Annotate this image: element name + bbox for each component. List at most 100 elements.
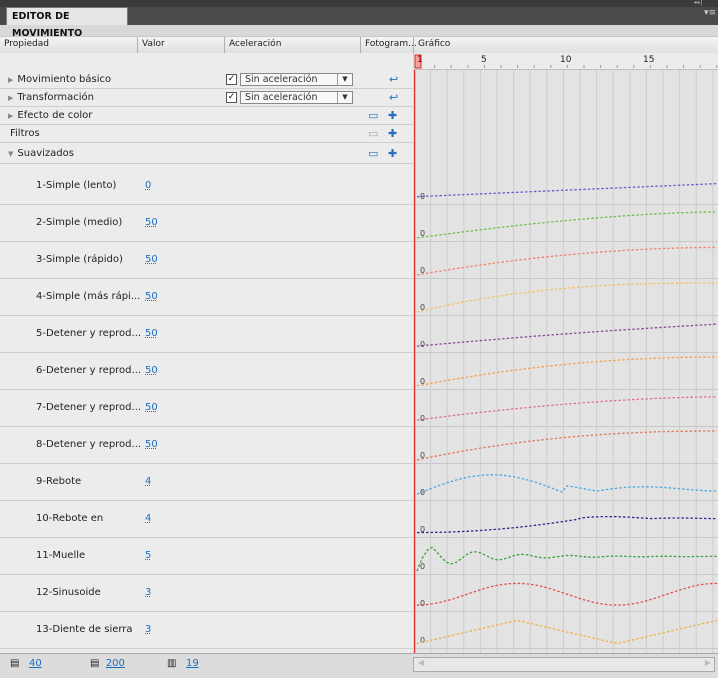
collapse-icon[interactable]: ◂◂ ▏ [693, 0, 706, 6]
ease-curve [416, 582, 718, 606]
ease-label: 3-Simple (rápido) [36, 254, 123, 265]
expand-icon[interactable]: ▶ [8, 76, 13, 84]
expanded-graph-icon: ▤ [90, 658, 100, 669]
section-efecto-de-color[interactable]: ▶ Efecto de color ▭ ✚ [0, 107, 413, 125]
ease-row[interactable]: 3-Simple (rápido) 50 [0, 242, 413, 279]
remove-icon[interactable]: ▭ [368, 147, 378, 160]
ease-curve [416, 619, 718, 645]
ease-value[interactable]: 50 [145, 402, 158, 413]
ruler-tick-label: 5 [481, 55, 487, 65]
panel-menu-icon[interactable]: ▾≡ [704, 8, 716, 18]
ease-value[interactable]: 5 [145, 550, 151, 561]
ease-label: 4-Simple (más rápi... [36, 291, 141, 302]
ease-value[interactable]: 50 [145, 365, 158, 376]
ease-value[interactable]: 50 [145, 254, 158, 265]
reset-icon[interactable]: ↩ [389, 91, 398, 104]
reset-icon[interactable]: ↩ [389, 73, 398, 86]
add-icon[interactable]: ✚ [388, 109, 397, 122]
section-label: Transformación [17, 92, 94, 103]
curve-zero-label: 0 [420, 599, 425, 608]
ease-row[interactable]: 12-Sinusoide 3 [0, 575, 413, 612]
ease-value[interactable]: 0 [145, 180, 151, 191]
graph-size-icon: ▤ [10, 658, 20, 669]
ease-value[interactable]: 50 [145, 439, 158, 450]
curve-zero-label: 0 [420, 636, 425, 645]
ease-row[interactable]: 10-Rebote en 4 [0, 501, 413, 538]
ease-label: 2-Simple (medio) [36, 217, 123, 228]
section-transformacion[interactable]: ▶ Transformación ✓ Sin aceleración ▼ ↩ [0, 89, 413, 107]
graph-size-value[interactable]: 40 [29, 658, 42, 669]
horizontal-scrollbar[interactable]: ◀ ▶ [413, 657, 715, 672]
ease-label: 5-Detener y reprod... [36, 328, 142, 339]
ruler-tick-label: 1 [417, 55, 423, 65]
ease-checkbox[interactable]: ✓ [226, 74, 237, 85]
dropdown-arrow-icon: ▼ [337, 92, 352, 103]
frame-ruler[interactable]: 1 5 10 15 [414, 53, 718, 70]
ease-row[interactable]: 1-Simple (lento) 0 [0, 168, 413, 205]
ease-row[interactable]: 5-Detener y reprod... 50 [0, 316, 413, 353]
ease-label: 13-Diente de sierra [36, 624, 133, 635]
expanded-size-control[interactable]: ▤ 200 [90, 658, 125, 669]
panel-tab[interactable]: EDITOR DE MOVIMIENTO [6, 7, 128, 39]
dropdown-arrow-icon: ▼ [337, 74, 352, 85]
ease-value[interactable]: 50 [145, 217, 158, 228]
ease-curve [416, 282, 717, 313]
ease-curve [416, 474, 718, 495]
add-icon[interactable]: ✚ [388, 127, 397, 140]
ease-row[interactable]: 13-Diente de sierra 3 [0, 612, 413, 649]
scroll-right-icon[interactable]: ▶ [705, 658, 711, 667]
section-label: Movimiento básico [17, 74, 112, 85]
curve-zero-label: 0 [420, 414, 425, 423]
section-label: Filtros [10, 128, 40, 139]
ease-curve [416, 211, 717, 239]
ease-row[interactable]: 11-Muelle 5 [0, 538, 413, 575]
ease-label: 8-Detener y reprod... [36, 439, 142, 450]
title-bar: ◂◂ ▏ [0, 0, 718, 7]
visible-frames-control[interactable]: ▥ 19 [167, 658, 199, 669]
ease-select[interactable]: Sin aceleración ▼ [240, 73, 353, 86]
ease-row[interactable]: 8-Detener y reprod... 50 [0, 427, 413, 464]
ease-value[interactable]: 3 [145, 624, 151, 635]
ease-select[interactable]: Sin aceleración ▼ [240, 91, 353, 104]
ease-select-value: Sin aceleración [245, 92, 318, 103]
section-filtros[interactable]: Filtros ▭ ✚ [0, 125, 413, 143]
ease-value[interactable]: 50 [145, 328, 158, 339]
ease-label: 11-Muelle [36, 550, 86, 561]
ease-curve [416, 396, 717, 421]
expand-icon[interactable]: ▶ [8, 94, 13, 102]
expand-icon[interactable]: ▶ [8, 112, 13, 120]
visible-frames-value[interactable]: 19 [186, 658, 199, 669]
ease-value[interactable]: 4 [145, 476, 151, 487]
remove-icon[interactable]: ▭ [368, 109, 378, 122]
add-icon[interactable]: ✚ [388, 147, 397, 160]
column-header: Propiedad Valor Aceleración Fotogram... … [0, 36, 718, 54]
ease-curve [416, 515, 717, 534]
ease-value[interactable]: 50 [145, 291, 158, 302]
ease-row[interactable]: 4-Simple (más rápi... 50 [0, 279, 413, 316]
ease-label: 10-Rebote en [36, 513, 104, 524]
ease-row[interactable]: 6-Detener y reprod... 50 [0, 353, 413, 390]
ease-curve [416, 182, 718, 198]
expanded-size-value[interactable]: 200 [106, 658, 125, 669]
column-property: Propiedad [4, 39, 49, 49]
ease-row[interactable]: 2-Simple (medio) 50 [0, 205, 413, 242]
ease-value[interactable]: 3 [145, 587, 151, 598]
section-suavizados[interactable]: ▼ Suavizados ▭ ✚ [0, 143, 413, 164]
ease-curve [416, 246, 718, 276]
section-movimiento-basico[interactable]: ▶ Movimiento básico ✓ Sin aceleración ▼ ↩ [0, 71, 413, 89]
scroll-left-icon[interactable]: ◀ [418, 658, 424, 667]
collapse-arrow-icon[interactable]: ▼ [8, 150, 13, 158]
column-ease: Aceleración [229, 39, 282, 49]
ease-row[interactable]: 7-Detener y reprod... 50 [0, 390, 413, 427]
ease-curve [416, 323, 718, 347]
ease-label: 6-Detener y reprod... [36, 365, 142, 376]
frames-icon: ▥ [167, 658, 177, 669]
ease-row[interactable]: 9-Rebote 4 [0, 464, 413, 501]
ease-checkbox[interactable]: ✓ [226, 92, 237, 103]
ease-graph-area[interactable]: 0000000000000 [414, 70, 718, 653]
ease-curve [416, 356, 717, 387]
graph-size-control[interactable]: ▤ 40 [10, 658, 42, 669]
remove-icon: ▭ [368, 127, 379, 140]
column-keyframe: Fotogram... [365, 39, 417, 49]
ease-value[interactable]: 4 [145, 513, 151, 524]
